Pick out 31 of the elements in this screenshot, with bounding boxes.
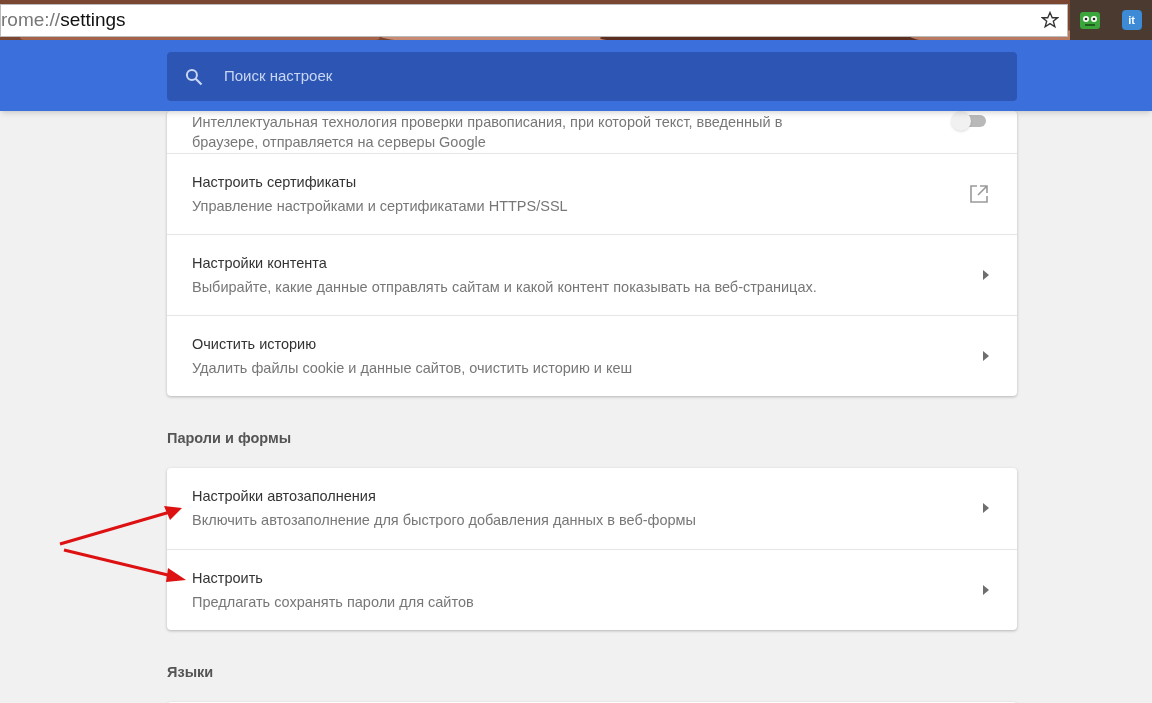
row-description: Интеллектуальная технология проверки правописания, при которой текст, введенный в браузере, отправляется на серверы Google (192, 113, 784, 152)
caret-right-icon[interactable] (983, 584, 989, 595)
settings-row[interactable]: Настройки автозаполнения Включить автозаполнение для быстрого добавления данных в веб-формы (167, 467, 1017, 549)
row-title: Настройки контента (192, 254, 328, 273)
address-bar[interactable]: rome://settings (0, 3, 1068, 37)
row-title: Очистить историю (192, 335, 318, 354)
row-title: Настроить сертификаты (192, 173, 358, 192)
search-bar[interactable]: Поиск настроек (167, 52, 1017, 101)
caret-right-icon[interactable] (983, 270, 989, 280)
settings-row[interactable]: Интеллектуальная технология проверки правописания, при которой текст, введенный в браузере, отправляется на серверы Google (167, 111, 1017, 153)
row-title: Настройки автозаполнения (192, 487, 377, 507)
star-icon[interactable] (1041, 11, 1059, 29)
caret-right-icon[interactable] (983, 503, 989, 514)
row-description: Управление настройками и сертификатами HTTPS/SSL (192, 197, 569, 216)
row-description: Удалить файлы cookie и данные сайтов, очистить историю и кеш (192, 359, 634, 378)
row-title: Настроить (192, 568, 264, 588)
section-heading: Языки (167, 662, 215, 682)
row-description: Предлагать сохранять пароли для сайтов (192, 592, 475, 612)
caret-right-icon[interactable] (983, 351, 989, 361)
settings-row[interactable]: Очистить историю Удалить файлы cookie и данные сайтов, очистить историю и кеш (167, 315, 1017, 396)
search-field[interactable]: Поиск настроек (224, 65, 1017, 88)
row-description: Выбирайте, какие данные отправлять сайтам и какой контент показывать на веб-страницах. (192, 278, 818, 297)
row-description: Включить автозаполнение для быстрого добавления данных в веб-формы (192, 511, 697, 531)
settings-row[interactable]: Настроить сертификаты Управление настройками и сертификатами HTTPS/SSL (167, 153, 1017, 234)
external-link-icon[interactable] (969, 184, 989, 204)
search-icon (184, 66, 204, 87)
extension-button[interactable]: it (1121, 10, 1142, 30)
url-scheme: rome:// (1, 7, 61, 32)
settings-row[interactable]: Настройки контента Выбирайте, какие данные отправлять сайтам и какой контент показывать на веб-страницах. (167, 234, 1017, 315)
url-path: settings (60, 7, 126, 32)
section-heading: Пароли и формы (167, 429, 293, 448)
